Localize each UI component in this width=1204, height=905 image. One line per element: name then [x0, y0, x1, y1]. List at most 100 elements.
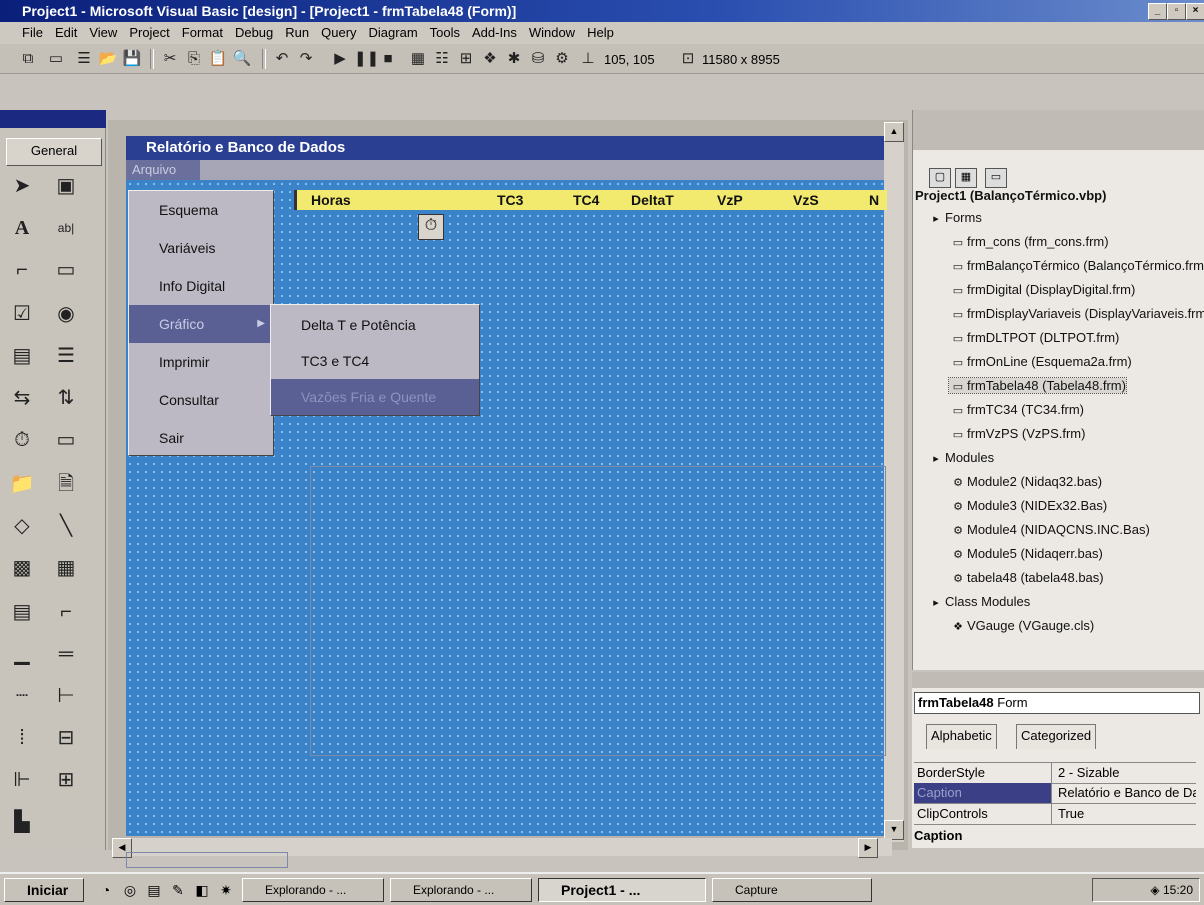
menu-project[interactable]: Project — [123, 22, 175, 44]
break-icon[interactable]: ❚❚ — [354, 49, 379, 69]
menu-item-grafico[interactable]: Gráfico ▶ — [129, 305, 273, 343]
dirlistbox-tool-icon[interactable]: 📁 — [8, 470, 36, 498]
menu-window[interactable]: Window — [523, 22, 581, 44]
menu-item-info-digital[interactable]: Info Digital — [129, 267, 273, 305]
visual-component-icon[interactable]: ⚙ — [552, 49, 572, 69]
quicklaunch-icon[interactable]: ◎ — [120, 880, 140, 900]
save-icon[interactable]: 💾 — [122, 49, 142, 69]
toolbar-tool-icon[interactable]: ⊞ — [52, 766, 80, 794]
timer-control-icon[interactable]: ⏱ — [418, 214, 444, 240]
object-browser-icon[interactable]: ❖ — [480, 49, 500, 69]
property-row[interactable]: ClipControls True — [914, 804, 1196, 825]
menu-arquivo[interactable]: Arquivo — [126, 160, 200, 180]
toolbox-icon[interactable]: ✱ — [504, 49, 524, 69]
redo-icon[interactable]: ↷ — [296, 49, 316, 69]
taskbar-button-active[interactable]: Project1 - ... — [538, 878, 706, 902]
pointer-tool-icon[interactable]: ➤ — [8, 172, 36, 200]
tree-item[interactable]: ▭ frmDLTPOT (DLTPOT.frm) — [949, 330, 1120, 345]
menu-debug[interactable]: Debug — [229, 22, 279, 44]
grid-control-outline[interactable] — [310, 466, 886, 756]
filelistbox-tool-icon[interactable]: 🗎 — [52, 470, 80, 498]
close-button[interactable]: × — [1186, 3, 1204, 20]
scroll-up-icon[interactable]: ▲ — [884, 122, 904, 142]
taskbar-button[interactable]: Capture — [712, 878, 872, 902]
menu-view[interactable]: View — [83, 22, 123, 44]
tree-item[interactable]: ❖ VGauge (VGauge.cls) — [949, 618, 1094, 633]
tree-item[interactable]: ⚙ Module3 (NIDEx32.Bas) — [949, 498, 1107, 513]
tree-item[interactable]: ⚙ Module4 (NIDAQCNS.INC.Bas) — [949, 522, 1150, 537]
shape-tool-icon[interactable]: ◇ — [8, 512, 36, 540]
add-form-icon[interactable]: ▭ — [46, 49, 66, 69]
quicklaunch-icon[interactable]: ✎ — [168, 880, 188, 900]
menu-format[interactable]: Format — [176, 22, 229, 44]
menu-edit[interactable]: Edit — [49, 22, 83, 44]
taskbar-button[interactable]: Explorando - ... — [390, 878, 532, 902]
picturebox-tool-icon[interactable]: ▣ — [52, 172, 80, 200]
tree-item[interactable]: ▭ frmOnLine (Esquema2a.frm) — [949, 354, 1132, 369]
property-row[interactable]: BorderStyle 2 - Sizable — [914, 762, 1196, 784]
menu-item-esquema[interactable]: Esquema — [129, 191, 273, 229]
chart-tool-icon[interactable]: ▙ — [8, 808, 36, 836]
toggle-folders-icon[interactable]: ▭ — [985, 168, 1007, 188]
cut-icon[interactable]: ✂ — [160, 49, 180, 69]
scroll-right-icon[interactable]: ▶ — [858, 838, 878, 858]
frame-tool-icon[interactable]: ⌐ — [8, 256, 36, 284]
menu-item-imprimir[interactable]: Imprimir — [129, 343, 273, 381]
property-value[interactable]: Relatório e Banco de Dados — [1056, 783, 1196, 803]
copy-icon[interactable]: ⎘ — [184, 49, 204, 69]
submenu-item-vazoes[interactable]: Vazões Fria e Quente — [271, 379, 479, 415]
menu-item-sair[interactable]: Sair — [129, 419, 273, 457]
menu-addins[interactable]: Add-Ins — [466, 22, 523, 44]
tree-item[interactable]: ▭ frmVzPS (VzPS.frm) — [949, 426, 1086, 441]
slider-tool-icon[interactable]: ▁ — [8, 640, 36, 668]
property-row-selected[interactable]: CaptionRelatório e Banco de Dados — [914, 783, 1196, 804]
start-icon[interactable]: ▶ — [330, 49, 350, 69]
tree-class-modules-folder[interactable]: ▸ Class Modules — [927, 594, 1030, 609]
combobox-tool-icon[interactable]: ▤ — [8, 342, 36, 370]
statusbar-tool-icon[interactable]: ┈ — [8, 682, 36, 710]
tree-modules-folder[interactable]: ▸ Modules — [927, 450, 994, 465]
find-icon[interactable]: 🔍 — [232, 49, 252, 69]
tabstrip-tool-icon[interactable]: ⊟ — [52, 724, 80, 752]
menu-query[interactable]: Query — [315, 22, 362, 44]
label-tool-icon[interactable]: A — [8, 214, 36, 242]
tab-categorized[interactable]: Categorized — [1016, 724, 1097, 749]
listview-tool-icon[interactable]: ⊩ — [8, 766, 36, 794]
tree-item[interactable]: ⚙ Module2 (Nidaq32.bas) — [949, 474, 1102, 489]
menu-diagram[interactable]: Diagram — [363, 22, 424, 44]
imagelist-tool-icon[interactable]: ⁞ — [8, 724, 36, 752]
object-combo[interactable]: frmTabela48 Form — [914, 692, 1200, 714]
drivelistbox-tool-icon[interactable]: ▭ — [52, 426, 80, 454]
menu-tools[interactable]: Tools — [424, 22, 466, 44]
quicklaunch-icon[interactable]: ▤ — [144, 880, 164, 900]
tree-item[interactable]: ▭ frm_cons (frm_cons.frm) — [949, 234, 1109, 249]
menu-run[interactable]: Run — [279, 22, 315, 44]
hscrollbar-tool-icon[interactable]: ⇆ — [8, 384, 36, 412]
listbox-tool-icon[interactable]: ☰ — [52, 342, 80, 370]
treeview-tool-icon[interactable]: ⊢ — [52, 682, 80, 710]
datagrid-tool-icon[interactable]: ⌐ — [52, 598, 80, 626]
menu-item-variaveis[interactable]: Variáveis — [129, 229, 273, 267]
optionbutton-tool-icon[interactable]: ◉ — [52, 300, 80, 328]
data-tool-icon[interactable]: ▦ — [52, 554, 80, 582]
property-value[interactable]: True — [1056, 804, 1196, 824]
textbox-tool-icon[interactable]: ab| — [52, 214, 80, 242]
view-code-icon[interactable]: ▢ — [929, 168, 951, 188]
progressbar-tool-icon[interactable]: ═ — [52, 640, 80, 668]
data-view-icon[interactable]: ⛁ — [528, 49, 548, 69]
tree-item-selected[interactable]: ▭ frmTabela48 (Tabela48.frm) — [948, 377, 1127, 394]
toolbox-general-tab[interactable]: General — [6, 138, 102, 166]
minimize-button[interactable]: _ — [1148, 3, 1167, 20]
open-project-icon[interactable]: 📂 — [98, 49, 118, 69]
tree-item[interactable]: ▭ frmBalançoTérmico (BalançoTérmico.frm) — [949, 258, 1204, 273]
quicklaunch-icon[interactable]: ✷ — [216, 880, 236, 900]
image-tool-icon[interactable]: ▩ — [8, 554, 36, 582]
designer-vertical-scrollbar[interactable]: ▲ ▼ — [884, 122, 904, 842]
scroll-down-icon[interactable]: ▼ — [884, 820, 904, 840]
view-object-icon[interactable]: ▦ — [955, 168, 977, 188]
menu-editor-icon[interactable]: ☰ — [74, 49, 94, 69]
line-tool-icon[interactable]: ╲ — [52, 512, 80, 540]
start-button[interactable]: Iniciar — [4, 878, 84, 902]
quicklaunch-icon[interactable]: ◧ — [192, 880, 212, 900]
tree-item[interactable]: ▭ frmTC34 (TC34.frm) — [949, 402, 1084, 417]
